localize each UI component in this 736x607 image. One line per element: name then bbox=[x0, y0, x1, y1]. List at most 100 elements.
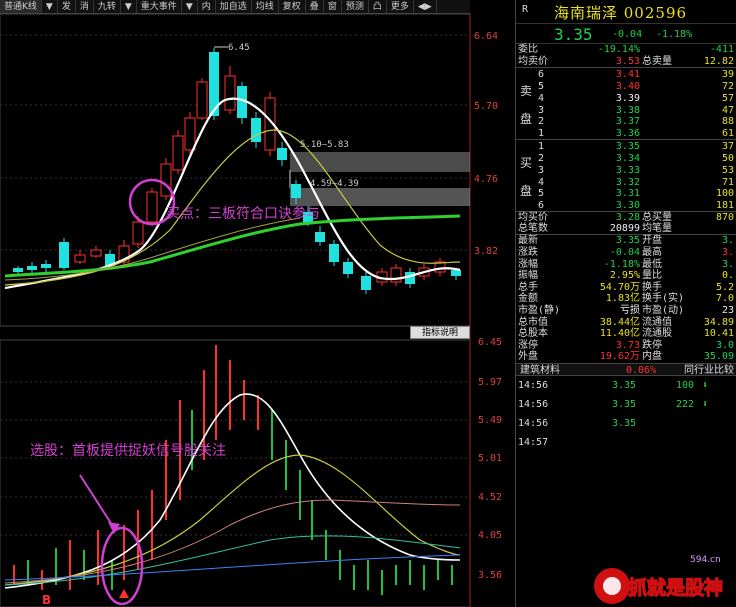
sell-order-book: 卖 盘 6 3.41 39 5 3.40 72 4 3.39 57 3 3.38 47 2 3.37 88 1… bbox=[516, 67, 736, 139]
sell-level-row[interactable]: 4 3.39 57 bbox=[516, 93, 736, 105]
level-number: 4 bbox=[538, 176, 545, 188]
quote-header: R 海南瑞泽 002596 bbox=[516, 0, 736, 24]
stat-row: 外盘 19.62万 内盘 35.09 bbox=[516, 351, 736, 363]
candlestick bbox=[390, 264, 402, 286]
tick-row: 14:56 3.35 100 ⬇ bbox=[516, 376, 736, 395]
stat-value: -0.04 bbox=[609, 246, 640, 258]
tick-vol: 222 bbox=[676, 398, 695, 410]
stat-row: 总手 54.70万 换手 5.2 bbox=[516, 282, 736, 294]
stat-value: -1.18% bbox=[603, 258, 640, 270]
stat-label: 涨幅 bbox=[518, 258, 538, 270]
stat-label: 最低 bbox=[642, 258, 662, 270]
gap-label-1: 5.10–5.83 bbox=[300, 140, 349, 150]
stat-label: 涨停 bbox=[518, 339, 538, 351]
stat-value: 19.62万 bbox=[599, 351, 640, 363]
level-volume: 57 bbox=[721, 92, 734, 104]
up-arrow-icon bbox=[119, 589, 129, 598]
level-number: 2 bbox=[538, 152, 545, 164]
level-number: 5 bbox=[538, 80, 545, 92]
sell-level-row[interactable]: 2 3.37 88 bbox=[516, 116, 736, 128]
sub-axis-label: 5.49 bbox=[478, 415, 502, 426]
ma-green-line bbox=[4, 214, 461, 278]
buy-order-book: 买 盘 1 3.35 37 2 3.34 50 3 3.33 53 4 3.32 71 5 3.31 100… bbox=[516, 139, 736, 211]
stat-value: 3.73 bbox=[615, 339, 640, 351]
tick-list: 14:56 3.35 100 ⬇ 14:56 3.35 222 ⬇ 14:56 3.35 14:57 bbox=[516, 376, 736, 452]
stat-row: 涨停 3.73 跌停 3.0 bbox=[516, 340, 736, 352]
stat-value: 1.83亿 bbox=[605, 293, 640, 305]
stat-value: 3. bbox=[721, 246, 734, 258]
stat-value: 11.40亿 bbox=[599, 328, 640, 340]
total-trades-row: 总笔数 20899 均笔量 bbox=[516, 223, 736, 235]
stat-row: 市盈(静) 亏损 市盈(动) 23 bbox=[516, 305, 736, 317]
sub-teal-curve bbox=[4, 535, 461, 586]
stats-table: 最新 3.35 开盘 3. 涨跌 -0.04 最高 3. 涨幅 -1.18% 最低 3. 振幅 2.95%… bbox=[516, 234, 736, 363]
price-change-pct: -1.18% bbox=[656, 29, 693, 40]
kline-chart-area[interactable]: 普通K线 ▼ 发消九转 ▼ 重大事件 ▼ 内加自选 均线 复权叠窗预测凸更多 ◀▶ 6.64 5.… bbox=[0, 0, 515, 607]
level-volume: 71 bbox=[721, 176, 734, 188]
level-volume: 50 bbox=[721, 152, 734, 164]
indicator-explain-button[interactable]: 指标说明 bbox=[410, 326, 470, 339]
buy-level-row[interactable]: 2 3.34 50 bbox=[516, 153, 736, 165]
sell-level-row[interactable]: 5 3.40 72 bbox=[516, 81, 736, 93]
level-volume: 53 bbox=[721, 164, 734, 176]
level-price: 3.39 bbox=[615, 92, 640, 104]
stat-value: 35.09 bbox=[703, 351, 734, 363]
main-axis-label: 5.70 bbox=[474, 101, 498, 112]
level-volume: 47 bbox=[721, 104, 734, 116]
down-arrow-icon: ⬇ bbox=[702, 398, 709, 410]
tick-p: 3.35 bbox=[612, 398, 637, 410]
tick-p: 3.35 bbox=[612, 417, 637, 429]
buy-level-row[interactable]: 6 3.30 181 bbox=[516, 200, 736, 212]
stat-value: 3.35 bbox=[615, 235, 640, 247]
gap-zone-1 bbox=[290, 152, 470, 172]
level-number: 3 bbox=[538, 104, 545, 116]
tick-vol: 100 bbox=[676, 379, 695, 391]
stat-value: 34.89 bbox=[703, 316, 734, 328]
stat-value: 3. bbox=[721, 235, 734, 247]
stat-label: 涨跌 bbox=[518, 246, 538, 258]
order-ratio-diff: -411 bbox=[709, 44, 734, 55]
level-price: 3.34 bbox=[615, 152, 640, 164]
level-number: 3 bbox=[538, 164, 545, 176]
buy-level-row[interactable]: 5 3.31 100 bbox=[516, 188, 736, 200]
stat-label: 外盘 bbox=[518, 351, 538, 363]
tick-t: 14:57 bbox=[518, 436, 549, 448]
avg-sell-label: 均卖价 bbox=[518, 55, 548, 67]
industry-row[interactable]: 建筑材料 0.06% 同行业比较 bbox=[516, 362, 736, 376]
buy-level-row[interactable]: 3 3.33 53 bbox=[516, 165, 736, 177]
avg-trade-label: 均笔量 bbox=[642, 222, 672, 234]
sell-level-row[interactable]: 3 3.38 47 bbox=[516, 105, 736, 117]
sub-axis-label: 5.97 bbox=[478, 377, 502, 388]
stat-value: 2.95% bbox=[609, 270, 640, 282]
watermark-site: 594.cn bbox=[690, 555, 721, 565]
level-number: 2 bbox=[538, 116, 545, 128]
sell-level-row[interactable]: 6 3.41 39 bbox=[516, 69, 736, 81]
tick-row: 14:56 3.35 222 ⬇ bbox=[516, 395, 736, 414]
level-price: 3.36 bbox=[615, 128, 640, 140]
price-row: 3.35 -0.04 -1.18% bbox=[516, 24, 736, 44]
stat-label: 最高 bbox=[642, 246, 662, 258]
candlestick bbox=[315, 226, 325, 246]
buy-level-row[interactable]: 4 3.32 71 bbox=[516, 177, 736, 189]
level-price: 3.40 bbox=[615, 80, 640, 92]
sell-level-row[interactable]: 1 3.36 61 bbox=[516, 128, 736, 140]
stat-label: 振幅 bbox=[518, 270, 538, 282]
stat-row: 涨幅 -1.18% 最低 3. bbox=[516, 259, 736, 271]
candlestick bbox=[224, 66, 236, 114]
buy-level-row[interactable]: 1 3.35 37 bbox=[516, 141, 736, 153]
stat-row: 总股本 11.40亿 流通股 10.41 bbox=[516, 328, 736, 340]
tick-t: 14:56 bbox=[518, 417, 549, 429]
order-ratio-value: -19.14% bbox=[597, 44, 640, 55]
sub-yellow-curve bbox=[4, 454, 461, 586]
tick-t: 14:56 bbox=[518, 398, 549, 410]
candlestick bbox=[343, 258, 353, 278]
r-badge: R bbox=[522, 4, 529, 15]
level-number: 1 bbox=[538, 128, 545, 140]
main-axis-label: 4.76 bbox=[474, 174, 498, 185]
stat-label: 换手 bbox=[642, 281, 662, 293]
kline-svg[interactable]: 6.64 5.70 4.76 3.82 6.45 5.97 5.49 5.01 … bbox=[0, 0, 515, 607]
stat-label: 流通股 bbox=[642, 328, 672, 340]
stock-name[interactable]: 海南瑞泽 002596 bbox=[554, 2, 687, 23]
stat-label: 市盈(静) bbox=[518, 304, 561, 316]
stat-value: 10.41 bbox=[703, 328, 734, 340]
